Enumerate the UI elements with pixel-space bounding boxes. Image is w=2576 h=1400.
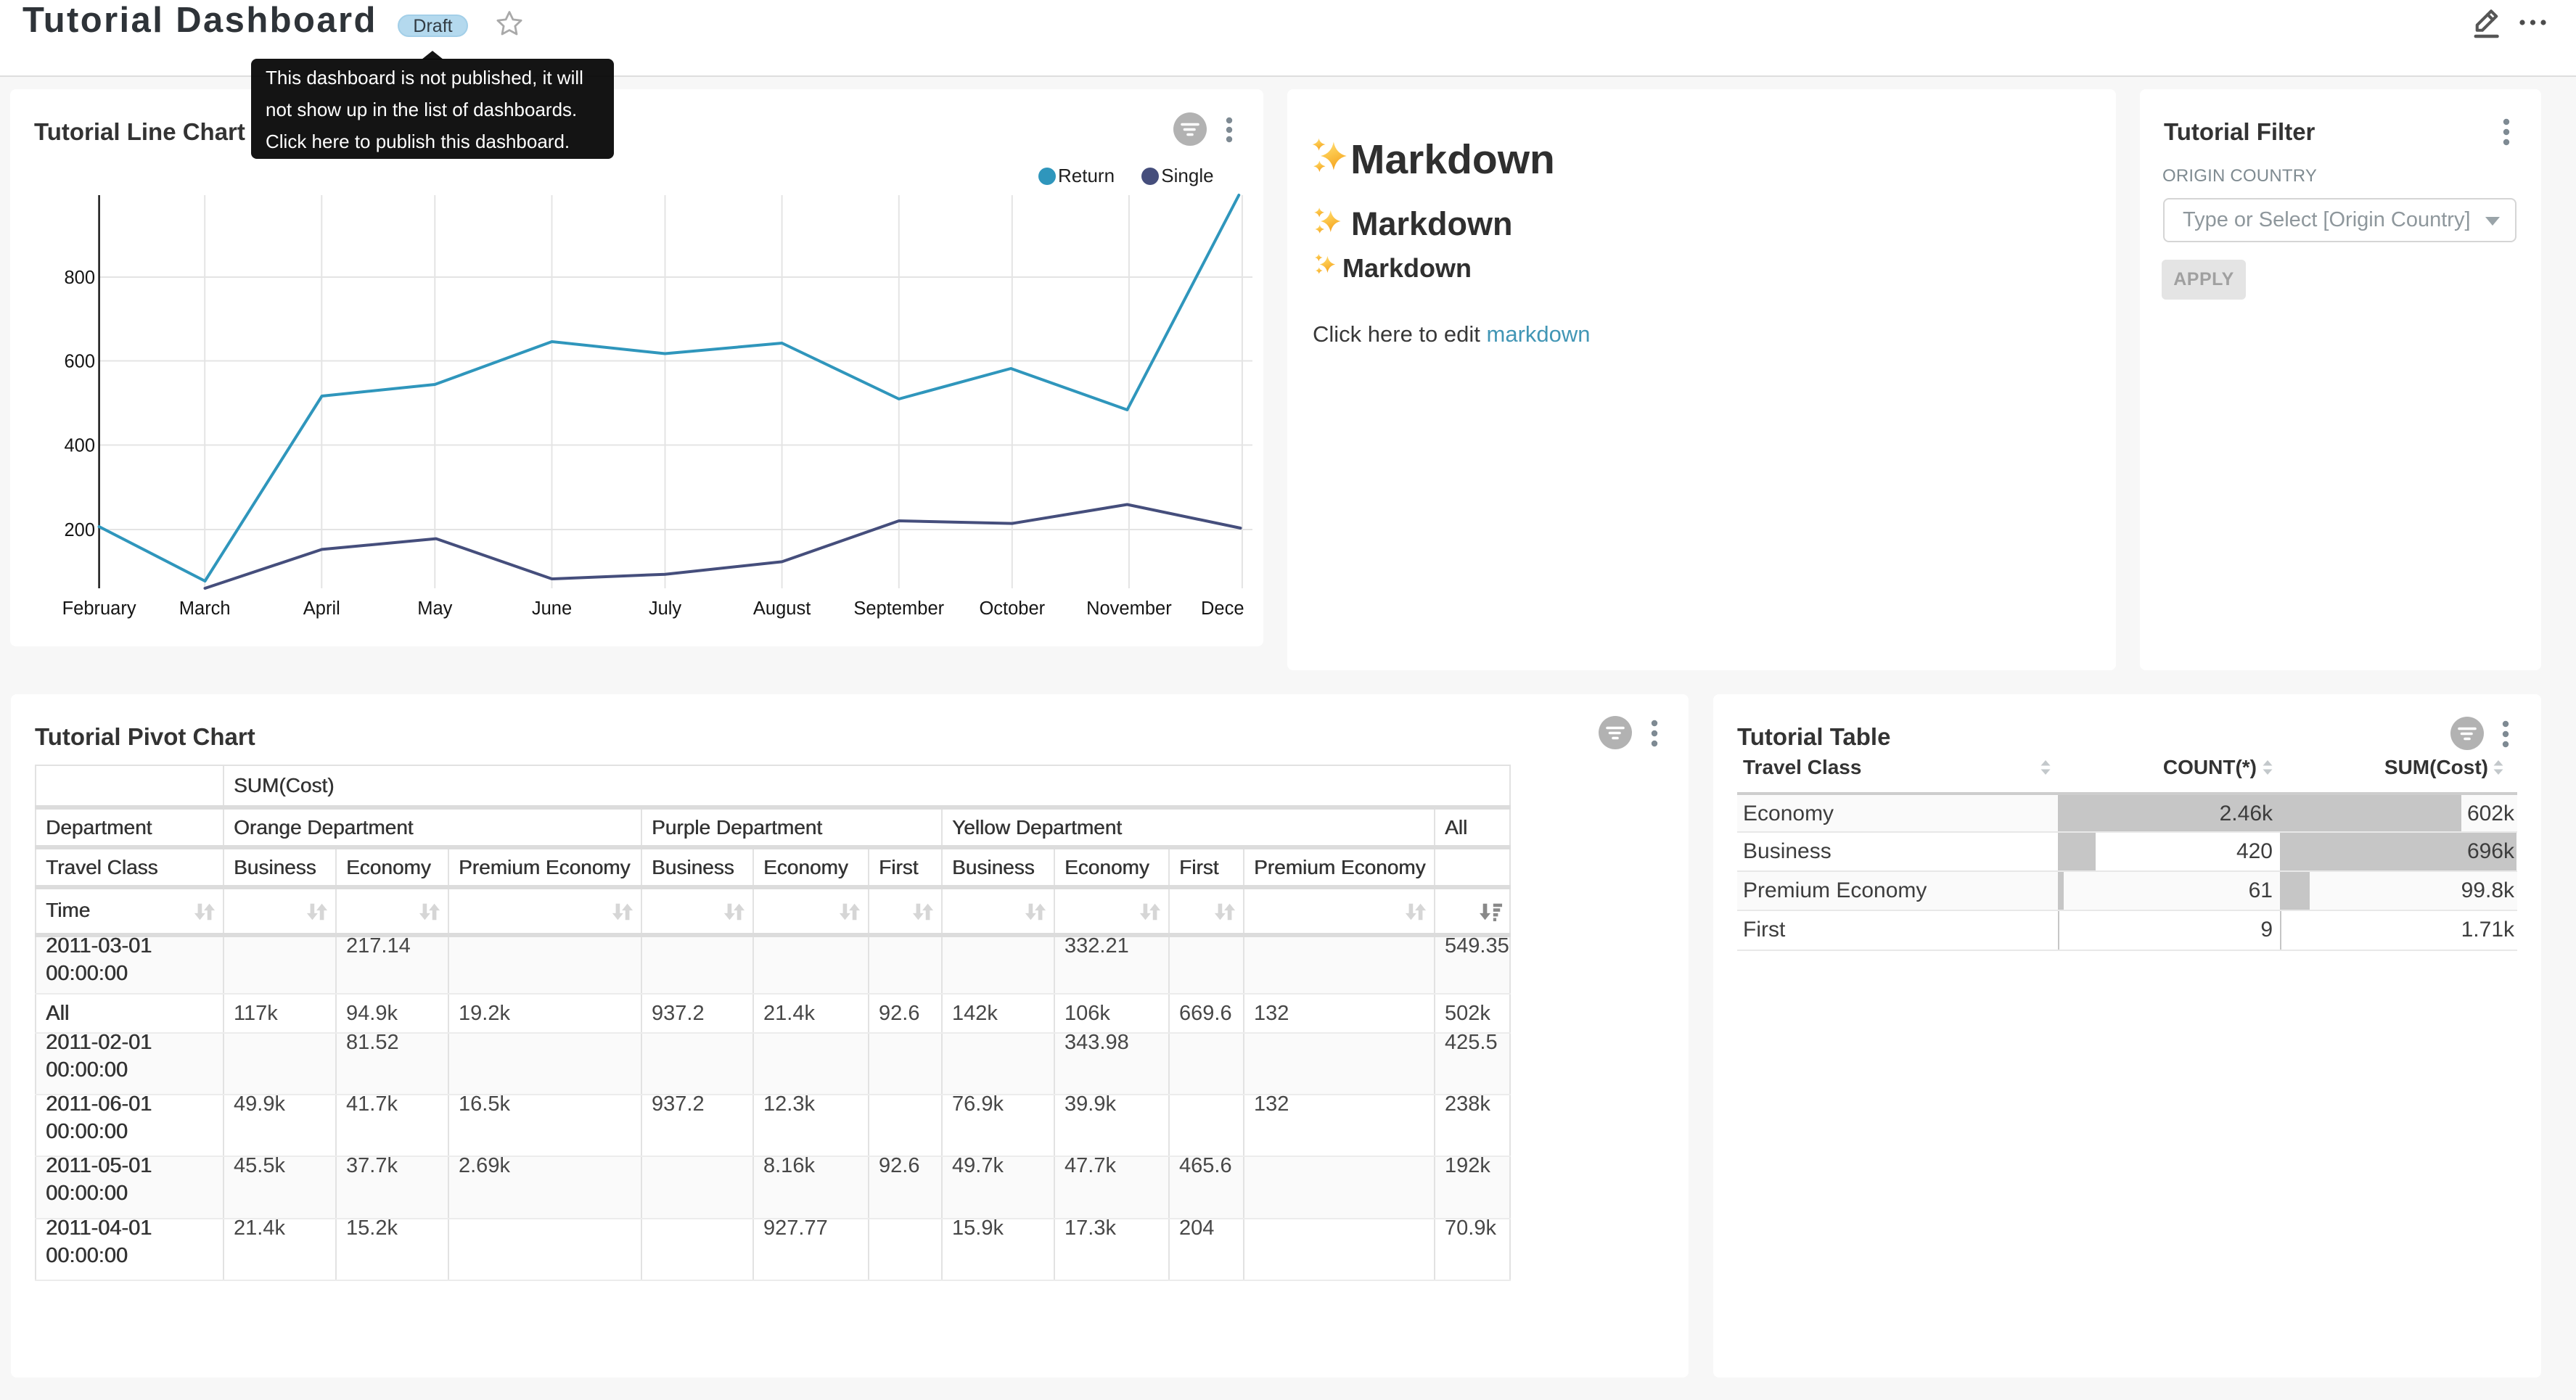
- svg-text:September: September: [853, 598, 944, 619]
- svg-text:800: 800: [64, 268, 95, 288]
- svg-text:Dece: Dece: [1201, 598, 1244, 619]
- svg-text:July: July: [649, 598, 682, 619]
- svg-text:February: February: [62, 598, 136, 619]
- svg-text:200: 200: [64, 520, 95, 540]
- svg-text:August: August: [753, 598, 811, 619]
- svg-text:October: October: [979, 598, 1045, 619]
- svg-text:March: March: [179, 598, 231, 619]
- svg-text:400: 400: [64, 436, 95, 456]
- svg-text:November: November: [1086, 598, 1172, 619]
- svg-text:May: May: [417, 598, 452, 619]
- svg-text:June: June: [532, 598, 572, 619]
- svg-text:April: April: [303, 598, 340, 619]
- svg-text:600: 600: [64, 352, 95, 372]
